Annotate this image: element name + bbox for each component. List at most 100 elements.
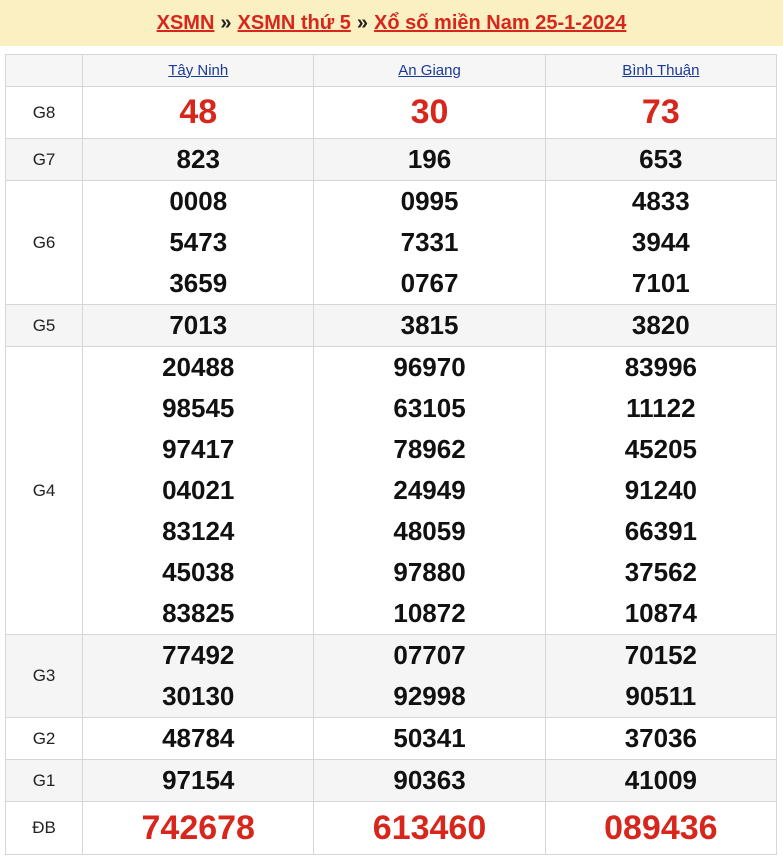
prize-number: 96970 <box>393 352 466 382</box>
prize-number: 45038 <box>162 557 235 587</box>
prize-number: 742678 <box>141 809 255 847</box>
prize-number: 90363 <box>393 765 466 795</box>
prize-cell: 613460 <box>313 801 546 855</box>
prize-number: 0767 <box>400 268 459 298</box>
breadcrumb-link-xsmn-thu-5[interactable]: XSMN thứ 5 <box>238 12 351 35</box>
prize-number: 089436 <box>604 809 718 847</box>
prize-cell: 0008 5473 3659 <box>82 180 315 305</box>
province-header: Tây Ninh <box>82 54 315 87</box>
prize-number: 613460 <box>372 809 487 847</box>
prize-number: 10872 <box>393 598 466 628</box>
province-header: Bình Thuận <box>544 54 778 87</box>
prize-label: ĐB <box>4 801 84 855</box>
prize-cell: 77492 30130 <box>82 634 315 718</box>
breadcrumb-separator: » <box>220 11 232 34</box>
prize-cell: 83996 11122 45205 91240 66391 37562 10874 <box>544 346 778 635</box>
prize-cell: 3820 <box>544 304 778 347</box>
prize-cell: 30 <box>313 86 546 139</box>
prize-row-g6: G6 0008 5473 3659 0995 7331 0767 4833 3944 7101 <box>4 180 778 305</box>
prize-row-g2: G2 48784 50341 37036 <box>4 717 778 760</box>
prize-cell: 73 <box>544 86 778 139</box>
prize-cell: 48 <box>82 86 315 139</box>
province-link-tay-ninh[interactable]: Tây Ninh <box>168 62 228 79</box>
prize-number: 0008 <box>169 186 228 216</box>
prize-cell: 48784 <box>82 717 315 760</box>
prize-number: 04021 <box>162 475 235 505</box>
prize-number: 3944 <box>631 227 690 257</box>
prize-cell: 07707 92998 <box>313 634 546 718</box>
prize-cell: 7013 <box>82 304 315 347</box>
prize-number: 0995 <box>400 186 459 216</box>
prize-number: 653 <box>639 144 683 174</box>
prize-number: 97880 <box>393 557 466 587</box>
prize-number: 77492 <box>162 640 235 670</box>
prize-cell: 196 <box>313 138 546 181</box>
results-table: Tây Ninh An Giang Bình Thuận G8 48 30 73 G7 8… <box>4 54 778 855</box>
prize-row-đb: ĐB 742678 613460 089436 <box>4 801 778 855</box>
prize-label: G4 <box>4 346 84 635</box>
prize-label: G3 <box>4 634 84 718</box>
prize-number: 4833 <box>631 186 690 216</box>
prize-cell: 742678 <box>82 801 315 855</box>
prize-number: 20488 <box>162 352 235 382</box>
prize-number: 98545 <box>162 393 235 423</box>
province-link-an-giang[interactable]: An Giang <box>398 62 461 79</box>
prize-row-g8: G8 48 30 73 <box>4 86 778 139</box>
prize-label: G6 <box>4 180 84 305</box>
prize-number: 07707 <box>393 640 466 670</box>
prize-number: 50341 <box>393 723 466 753</box>
prize-row-g1: G1 97154 90363 41009 <box>4 759 778 802</box>
prize-number: 196 <box>407 144 452 174</box>
prize-number: 823 <box>176 144 220 174</box>
prize-cell: 089436 <box>544 801 778 855</box>
prize-number: 63105 <box>393 393 466 423</box>
prize-cell: 96970 63105 78962 24949 48059 97880 10872 <box>313 346 546 635</box>
prize-cell: 3815 <box>313 304 546 347</box>
prize-number: 41009 <box>624 765 697 795</box>
prize-number: 92998 <box>393 681 466 711</box>
province-link-binh-thuan[interactable]: Bình Thuận <box>622 62 699 79</box>
prize-number: 97417 <box>162 434 235 464</box>
prize-number: 3659 <box>169 268 228 298</box>
prize-number: 91240 <box>624 475 697 505</box>
prize-number: 5473 <box>169 227 228 257</box>
prize-row-g3: G3 77492 30130 07707 92998 70152 90511 <box>4 634 778 718</box>
prize-row-g7: G7 823 196 653 <box>4 138 778 181</box>
prize-number: 3820 <box>631 310 690 340</box>
prize-number: 48 <box>179 93 218 131</box>
prize-number: 7331 <box>400 227 459 257</box>
prize-number: 37562 <box>624 557 697 587</box>
prize-cell: 4833 3944 7101 <box>544 180 778 305</box>
prize-cell: 20488 98545 97417 04021 83124 45038 83825 <box>82 346 315 635</box>
breadcrumb: XSMN » XSMN thứ 5 » Xổ số miền Nam 25-1-… <box>0 0 783 46</box>
prize-number: 73 <box>641 93 680 131</box>
prize-label: G1 <box>4 759 84 802</box>
prize-cell: 823 <box>82 138 315 181</box>
prize-number: 10874 <box>624 598 697 628</box>
prize-number: 48784 <box>162 723 235 753</box>
prize-cell: 97154 <box>82 759 315 802</box>
prize-number: 83124 <box>162 516 235 546</box>
prize-label: G7 <box>4 138 84 181</box>
prize-cell: 653 <box>544 138 778 181</box>
prize-label: G8 <box>4 86 84 139</box>
prize-number: 83996 <box>624 352 697 382</box>
prize-number: 7013 <box>169 310 228 340</box>
prize-number: 37036 <box>624 723 697 753</box>
header-corner <box>4 54 84 87</box>
breadcrumb-link-current[interactable]: Xổ số miền Nam 25-1-2024 <box>374 12 626 35</box>
prize-row-g5: G5 7013 3815 3820 <box>4 304 778 347</box>
prize-number: 7101 <box>631 268 690 298</box>
breadcrumb-separator: » <box>356 11 369 34</box>
prize-number: 24949 <box>393 475 466 505</box>
breadcrumb-link-xsmn[interactable]: XSMN <box>157 12 215 35</box>
prize-row-g4: G4 20488 98545 97417 04021 83124 45038 83825 969… <box>4 346 778 635</box>
prize-label: G5 <box>4 304 84 347</box>
prize-number: 11122 <box>626 393 696 423</box>
prize-number: 66391 <box>624 516 697 546</box>
prize-number: 70152 <box>624 640 697 670</box>
prize-number: 90511 <box>625 681 697 711</box>
prize-number: 78962 <box>393 434 466 464</box>
prize-number: 30 <box>410 93 449 131</box>
province-header: An Giang <box>313 54 546 87</box>
